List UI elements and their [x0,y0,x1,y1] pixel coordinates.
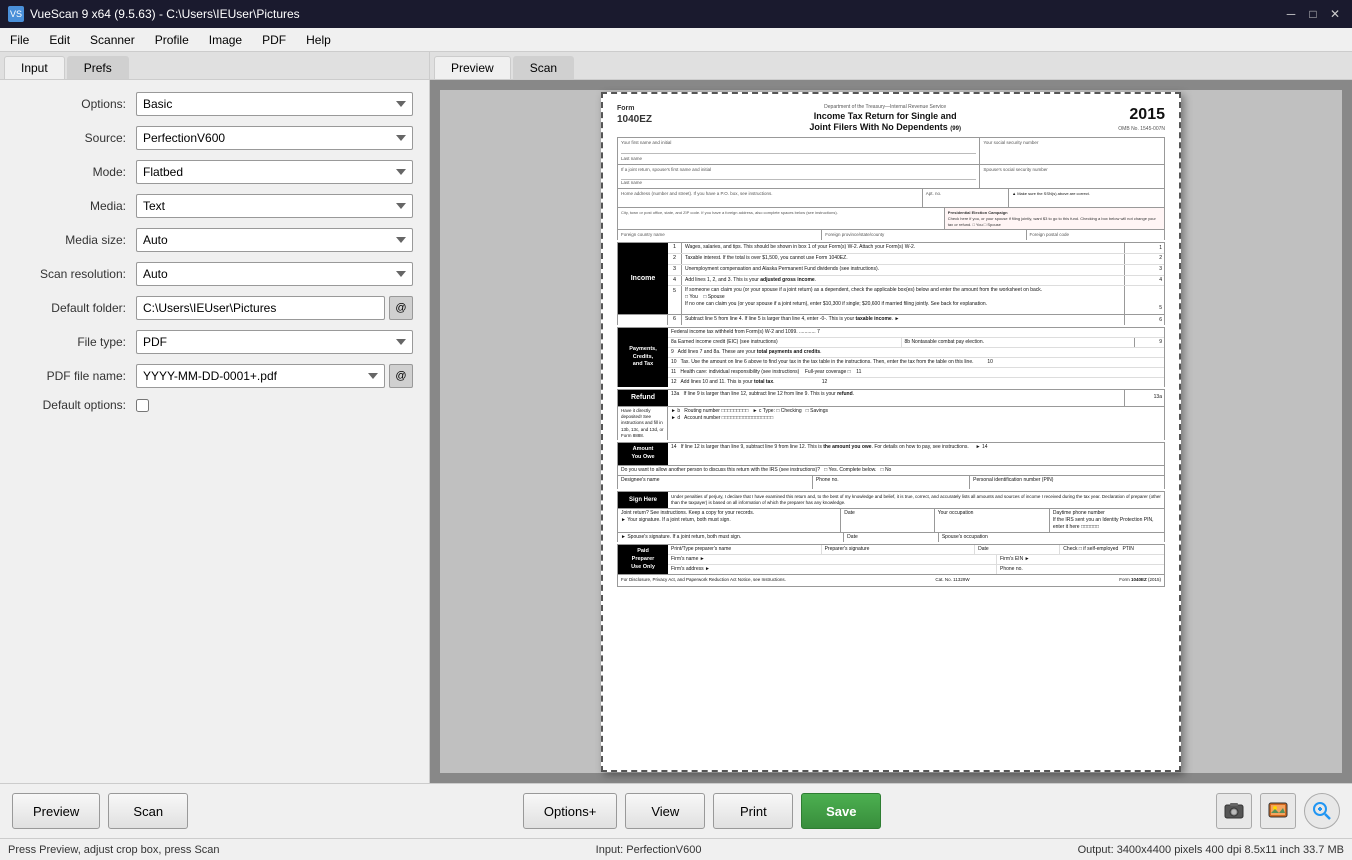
default-folder-group: @ [136,296,413,320]
minimize-button[interactable]: ─ [1282,5,1300,23]
app-body: Input Prefs Options: Basic Standard Prof… [0,52,1352,860]
menu-scanner[interactable]: Scanner [80,30,145,50]
tab-preview[interactable]: Preview [434,56,511,79]
close-button[interactable]: ✕ [1326,5,1344,23]
toolbar-center: Options+ View Print Save [523,793,881,829]
panel-tabs: Input Prefs [0,52,429,80]
menu-edit[interactable]: Edit [39,30,80,50]
media-size-row: Media size: Auto Letter A4 [16,228,413,252]
app-icon: VS [8,6,24,22]
pdf-name-label: PDF file name: [16,369,136,383]
options-select[interactable]: Basic Standard Professional [136,92,413,116]
scan-button[interactable]: Scan [108,793,188,829]
pdf-name-group: YYYY-MM-DD-0001+.pdf @ [136,364,413,388]
statusbar-right: Output: 3400x4400 pixels 400 dpi 8.5x11 … [1078,844,1344,856]
default-options-checkbox-group [136,399,149,412]
content-area: Input Prefs Options: Basic Standard Prof… [0,52,1352,783]
scan-resolution-row: Scan resolution: Auto 75 150 300 600 120… [16,262,413,286]
form-area: Options: Basic Standard Professional Sou… [0,80,429,783]
menu-pdf[interactable]: PDF [252,30,296,50]
tool-icon-2[interactable] [1260,793,1296,829]
default-options-label: Default options: [16,398,136,412]
titlebar-controls: ─ □ ✕ [1282,5,1344,23]
menu-profile[interactable]: Profile [145,30,199,50]
print-button[interactable]: Print [713,793,793,829]
media-size-select[interactable]: Auto Letter A4 [136,228,413,252]
default-options-row: Default options: [16,398,413,412]
document-inner: Form1040EZ Department of the Treasury—In… [603,94,1179,770]
menu-image[interactable]: Image [199,30,252,50]
tab-input[interactable]: Input [4,56,65,79]
menu-help[interactable]: Help [296,30,341,50]
file-type-label: File type: [16,335,136,349]
bottom-toolbar: Preview Scan Options+ View Print Save [0,783,1352,838]
menubar: File Edit Scanner Profile Image PDF Help [0,28,1352,52]
tab-scan[interactable]: Scan [513,56,574,79]
preview-content: Form1040EZ Department of the Treasury—In… [430,80,1352,783]
statusbar-center: Input: PerfectionV600 [596,844,702,856]
pdf-at-button[interactable]: @ [389,364,413,388]
tab-prefs[interactable]: Prefs [67,56,129,79]
titlebar-left: VS VueScan 9 x64 (9.5.63) - C:\Users\IEU… [8,6,300,22]
options-plus-button[interactable]: Options+ [523,793,617,829]
default-folder-label: Default folder: [16,301,136,315]
menu-file[interactable]: File [0,30,39,50]
statusbar-left: Press Preview, adjust crop box, press Sc… [8,844,220,856]
mode-label: Mode: [16,165,136,179]
source-row: Source: PerfectionV600 [16,126,413,150]
media-select[interactable]: Text Photo Slide Negative [136,194,413,218]
mode-row: Mode: Flatbed Transparency [16,160,413,184]
tool-icon-1[interactable] [1216,793,1252,829]
default-folder-input[interactable] [136,296,385,320]
default-options-checkbox[interactable] [136,399,149,412]
maximize-button[interactable]: □ [1304,5,1322,23]
right-panel: Preview Scan Form1040EZ Department of th… [430,52,1352,783]
image-icon [1267,800,1289,822]
media-row: Media: Text Photo Slide Negative [16,194,413,218]
zoom-button[interactable] [1304,793,1340,829]
toolbar-right [1216,793,1340,829]
options-row: Options: Basic Standard Professional [16,92,413,116]
toolbar-left: Preview Scan [12,793,188,829]
media-size-label: Media size: [16,233,136,247]
default-folder-row: Default folder: @ [16,296,413,320]
document-page: Form1040EZ Department of the Treasury—In… [601,92,1181,772]
file-type-select[interactable]: PDF JPEG TIFF PNG [136,330,413,354]
scan-resolution-select[interactable]: Auto 75 150 300 600 1200 [136,262,413,286]
left-panel: Input Prefs Options: Basic Standard Prof… [0,52,430,783]
save-button[interactable]: Save [801,793,881,829]
pdf-name-select[interactable]: YYYY-MM-DD-0001+.pdf [136,364,385,388]
scan-resolution-label: Scan resolution: [16,267,136,281]
source-select[interactable]: PerfectionV600 [136,126,413,150]
zoom-in-icon [1312,801,1332,821]
mode-select[interactable]: Flatbed Transparency [136,160,413,184]
file-type-row: File type: PDF JPEG TIFF PNG [16,330,413,354]
document-container: Form1040EZ Department of the Treasury—In… [440,90,1342,773]
preview-button[interactable]: Preview [12,793,100,829]
camera-icon [1223,800,1245,822]
media-label: Media: [16,199,136,213]
titlebar-title: VueScan 9 x64 (9.5.63) - C:\Users\IEUser… [30,7,300,21]
preview-tabs: Preview Scan [430,52,1352,80]
pdf-name-row: PDF file name: YYYY-MM-DD-0001+.pdf @ [16,364,413,388]
options-label: Options: [16,97,136,111]
source-label: Source: [16,131,136,145]
view-button[interactable]: View [625,793,705,829]
titlebar: VS VueScan 9 x64 (9.5.63) - C:\Users\IEU… [0,0,1352,28]
statusbar: Press Preview, adjust crop box, press Sc… [0,838,1352,860]
folder-at-button[interactable]: @ [389,296,413,320]
